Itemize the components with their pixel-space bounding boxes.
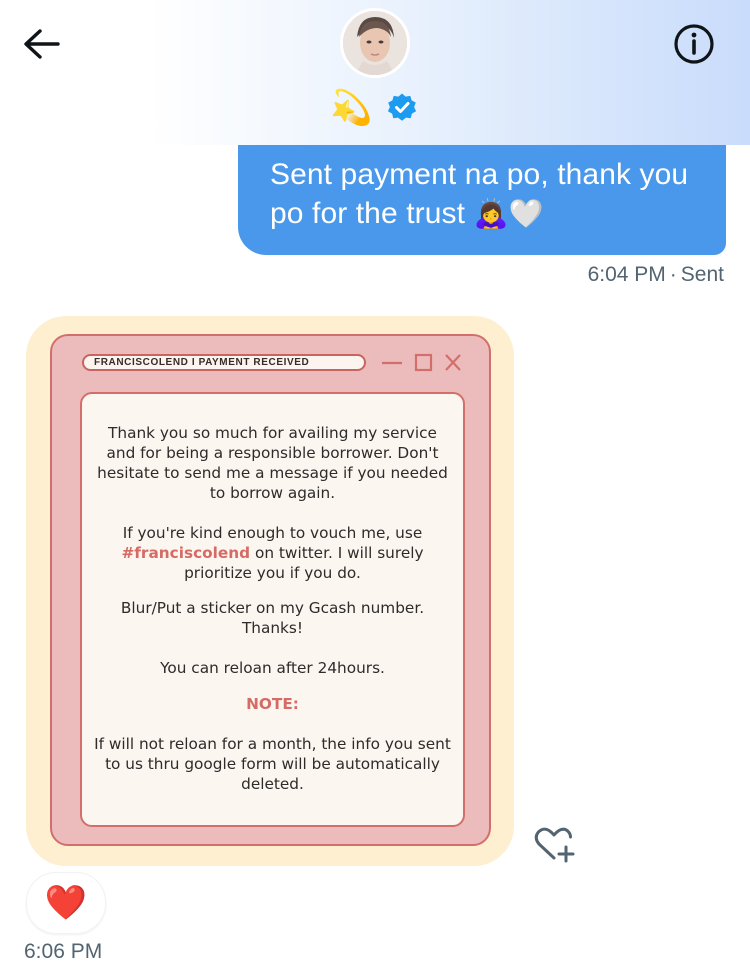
verified-badge-icon (386, 92, 418, 124)
note-label: NOTE: (246, 695, 299, 713)
conversation-header: 💫 (0, 0, 750, 145)
hashtag: #franciscolend (121, 544, 251, 562)
card-paragraph-blur: Blur/Put a sticker on my Gcash number. T… (120, 599, 425, 637)
card-paragraph-vouch: If you're kind enough to vouch me, use #… (92, 523, 454, 583)
card-title-bar: FRANCISCOLEND I PAYMENT RECEIVED (82, 354, 366, 371)
status-emoji: 💫 (330, 89, 373, 127)
info-icon[interactable] (672, 22, 716, 66)
window-controls (380, 352, 472, 374)
payment-received-card: FRANCISCOLEND I PAYMENT RECEIVED Thank y… (50, 334, 491, 846)
avatar[interactable] (340, 8, 410, 78)
back-arrow-icon[interactable] (20, 26, 64, 62)
vouch-text-before: If you're kind enough to vouch me, use (122, 524, 423, 542)
contact-name-row[interactable]: 💫 (330, 86, 430, 130)
incoming-image-message[interactable]: FRANCISCOLEND I PAYMENT RECEIVED Thank y… (26, 316, 514, 866)
heart-emoji: ❤️ (44, 884, 88, 922)
add-reaction-heart-icon[interactable] (532, 824, 578, 864)
card-paragraph-thanks: Thank you so much for availing my servic… (97, 424, 448, 502)
incoming-time: 6:06 PM (24, 940, 103, 963)
sent-status: Sent (680, 263, 724, 286)
card-paragraph-reloan: You can reloan after 24hours. (160, 659, 385, 677)
card-message-box: Thank you so much for availing my servic… (80, 392, 465, 827)
outgoing-message-bubble[interactable]: Sent payment na po, thank you po for the… (238, 145, 726, 255)
message-reaction[interactable]: ❤️ (26, 872, 106, 934)
message-emojis: 🙇‍♀️🤍 (473, 198, 544, 229)
outgoing-time: 6:04 PM (587, 263, 666, 286)
outgoing-message-meta: 6:04 PM · Sent (588, 263, 724, 287)
card-note-text: If will not reloan for a month, the info… (94, 735, 451, 793)
separator-dot: · (669, 263, 677, 286)
